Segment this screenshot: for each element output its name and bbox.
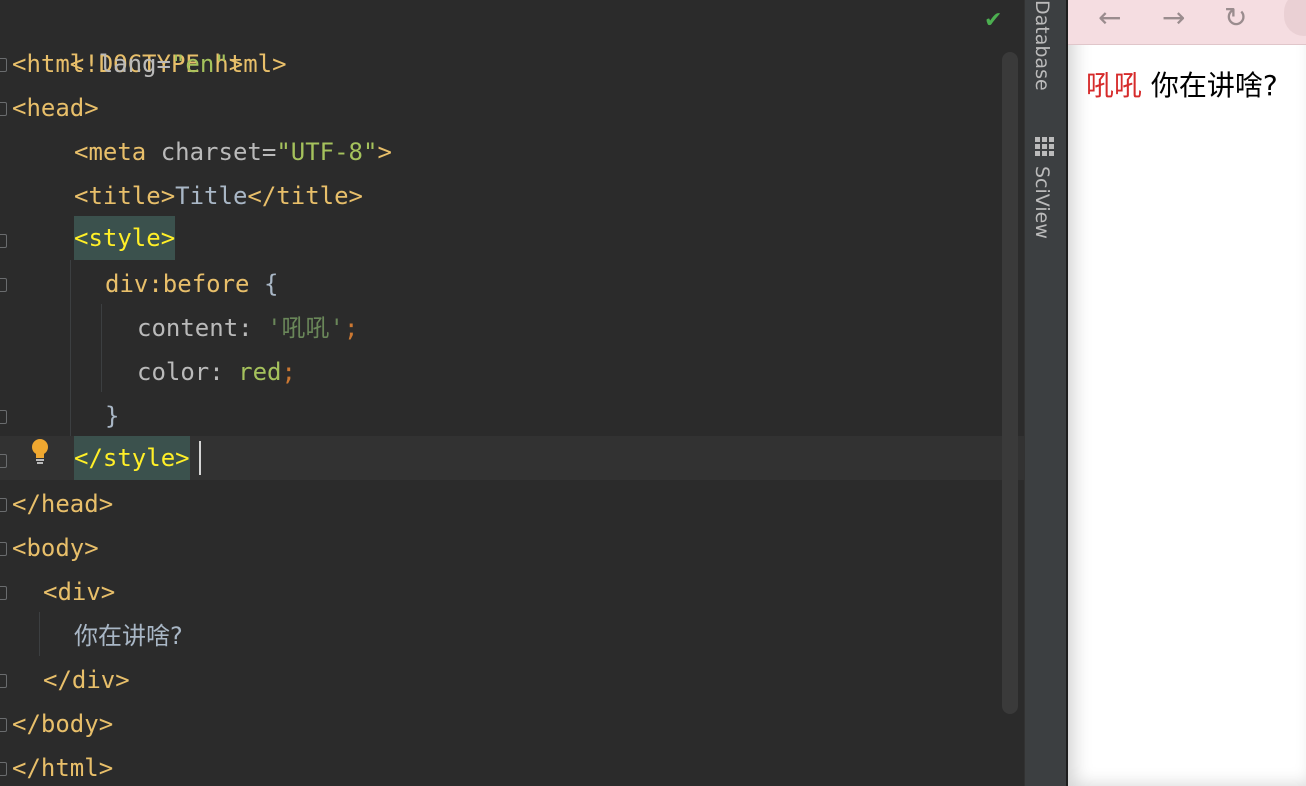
tool-window-strip <box>1024 0 1067 786</box>
fold-marker[interactable] <box>0 234 8 248</box>
indent-guide <box>101 304 102 392</box>
vertical-scrollbar[interactable] <box>1002 52 1018 714</box>
code-line[interactable]: div:before { <box>105 262 278 306</box>
property-token: content <box>137 314 239 342</box>
code-line[interactable]: </body> <box>12 702 113 746</box>
attr-name-token: charset <box>160 138 262 166</box>
fold-marker[interactable] <box>0 718 8 732</box>
code-line[interactable]: <body> <box>12 526 99 570</box>
grid-icon[interactable] <box>1034 136 1056 158</box>
tag-token: </html> <box>12 754 114 782</box>
code-line[interactable]: <style> <box>74 216 176 260</box>
tag-token: <body> <box>12 534 99 562</box>
tag-token: </head> <box>12 490 114 518</box>
tab-sciview[interactable]: SciView <box>1031 166 1053 239</box>
tag-token: </body> <box>12 710 114 738</box>
tag-token: <div> <box>43 578 116 606</box>
code-line[interactable]: 你在讲啥? <box>74 614 183 658</box>
indent-guide <box>39 612 40 656</box>
address-bar[interactable] <box>1284 0 1306 36</box>
style-close-tag-token: </style> <box>74 436 190 480</box>
equals-token: = <box>156 50 171 78</box>
fold-marker[interactable] <box>0 102 8 116</box>
colon-token: : <box>209 358 239 386</box>
code-line[interactable]: content: '吼吼'; <box>137 306 358 350</box>
semicolon-token: ; <box>281 358 296 386</box>
fold-marker[interactable] <box>0 542 8 556</box>
code-line[interactable]: <html lang="en"> <box>12 42 243 86</box>
code-line[interactable]: <div> <box>43 570 115 614</box>
attr-value-token: "en" <box>170 50 229 78</box>
fold-marker[interactable] <box>0 674 8 688</box>
equals-token: = <box>261 138 277 166</box>
fold-marker[interactable] <box>0 586 8 600</box>
selector-token: div <box>105 270 149 298</box>
fold-marker[interactable] <box>0 278 8 292</box>
browser-preview: ← → ↻ 吼吼 你在讲啥? <box>1066 0 1306 786</box>
code-line[interactable]: color: red; <box>137 350 296 394</box>
forward-arrow-icon[interactable]: → <box>1162 0 1185 36</box>
fold-marker[interactable] <box>0 498 8 512</box>
code-line[interactable]: <title>Title</title> <box>74 174 363 218</box>
text-token: 你在讲啥? <box>74 622 183 650</box>
style-tag-token: <style> <box>74 216 176 260</box>
tag-token: </div> <box>43 666 130 694</box>
semicolon-token: ; <box>343 314 359 342</box>
fold-marker[interactable] <box>0 762 8 776</box>
colon-token: : <box>238 314 268 342</box>
lightbulb-icon[interactable] <box>30 438 50 468</box>
code-line[interactable]: } <box>105 394 119 438</box>
brace-token: } <box>105 402 120 430</box>
tag-token: <html <box>12 50 99 78</box>
fold-marker[interactable] <box>0 454 8 468</box>
value-token: red <box>238 358 282 386</box>
div-text: 你在讲啥? <box>1142 69 1278 102</box>
string-token: '吼吼' <box>267 314 344 342</box>
text-token: Title <box>175 182 248 210</box>
code-line[interactable]: </div> <box>43 658 130 702</box>
code-line[interactable]: <meta charset="UTF-8"> <box>74 130 392 174</box>
tag-token: <title> <box>74 182 176 210</box>
tag-token: </title> <box>247 182 363 210</box>
pseudo-token: :before <box>148 270 250 298</box>
tag-close-token: > <box>228 50 244 78</box>
fold-marker[interactable] <box>0 410 8 424</box>
brace-token: { <box>249 270 279 298</box>
code-line[interactable]: <head> <box>12 86 99 130</box>
before-pseudo-text: 吼吼 <box>1086 69 1143 102</box>
text-caret <box>199 441 201 475</box>
code-line[interactable]: </html> <box>12 746 113 786</box>
property-token: color <box>137 358 210 386</box>
checkmark-icon[interactable]: ✔ <box>984 8 1002 33</box>
page-div: 吼吼 你在讲啥? <box>1086 64 1278 104</box>
browser-toolbar: ← → ↻ <box>1068 0 1306 45</box>
back-arrow-icon[interactable]: ← <box>1098 0 1121 36</box>
code-editor[interactable]: <!DOCTYPE html> <html lang="en"> <head> … <box>0 0 1024 786</box>
tag-close-token: > <box>377 138 392 166</box>
indent-guide <box>70 260 71 436</box>
fold-marker[interactable] <box>0 58 8 72</box>
code-line[interactable]: </style> <box>74 436 190 480</box>
tag-token: <head> <box>12 94 99 122</box>
code-line[interactable]: </head> <box>12 482 113 526</box>
code-line[interactable]: <!DOCTYPE html> <box>12 0 287 78</box>
attr-value-token: "UTF-8" <box>276 138 378 166</box>
tag-token: <meta <box>74 138 161 166</box>
tab-database[interactable]: Database <box>1031 0 1053 91</box>
reload-icon[interactable]: ↻ <box>1224 0 1247 36</box>
attr-name-token: lang <box>98 50 157 78</box>
